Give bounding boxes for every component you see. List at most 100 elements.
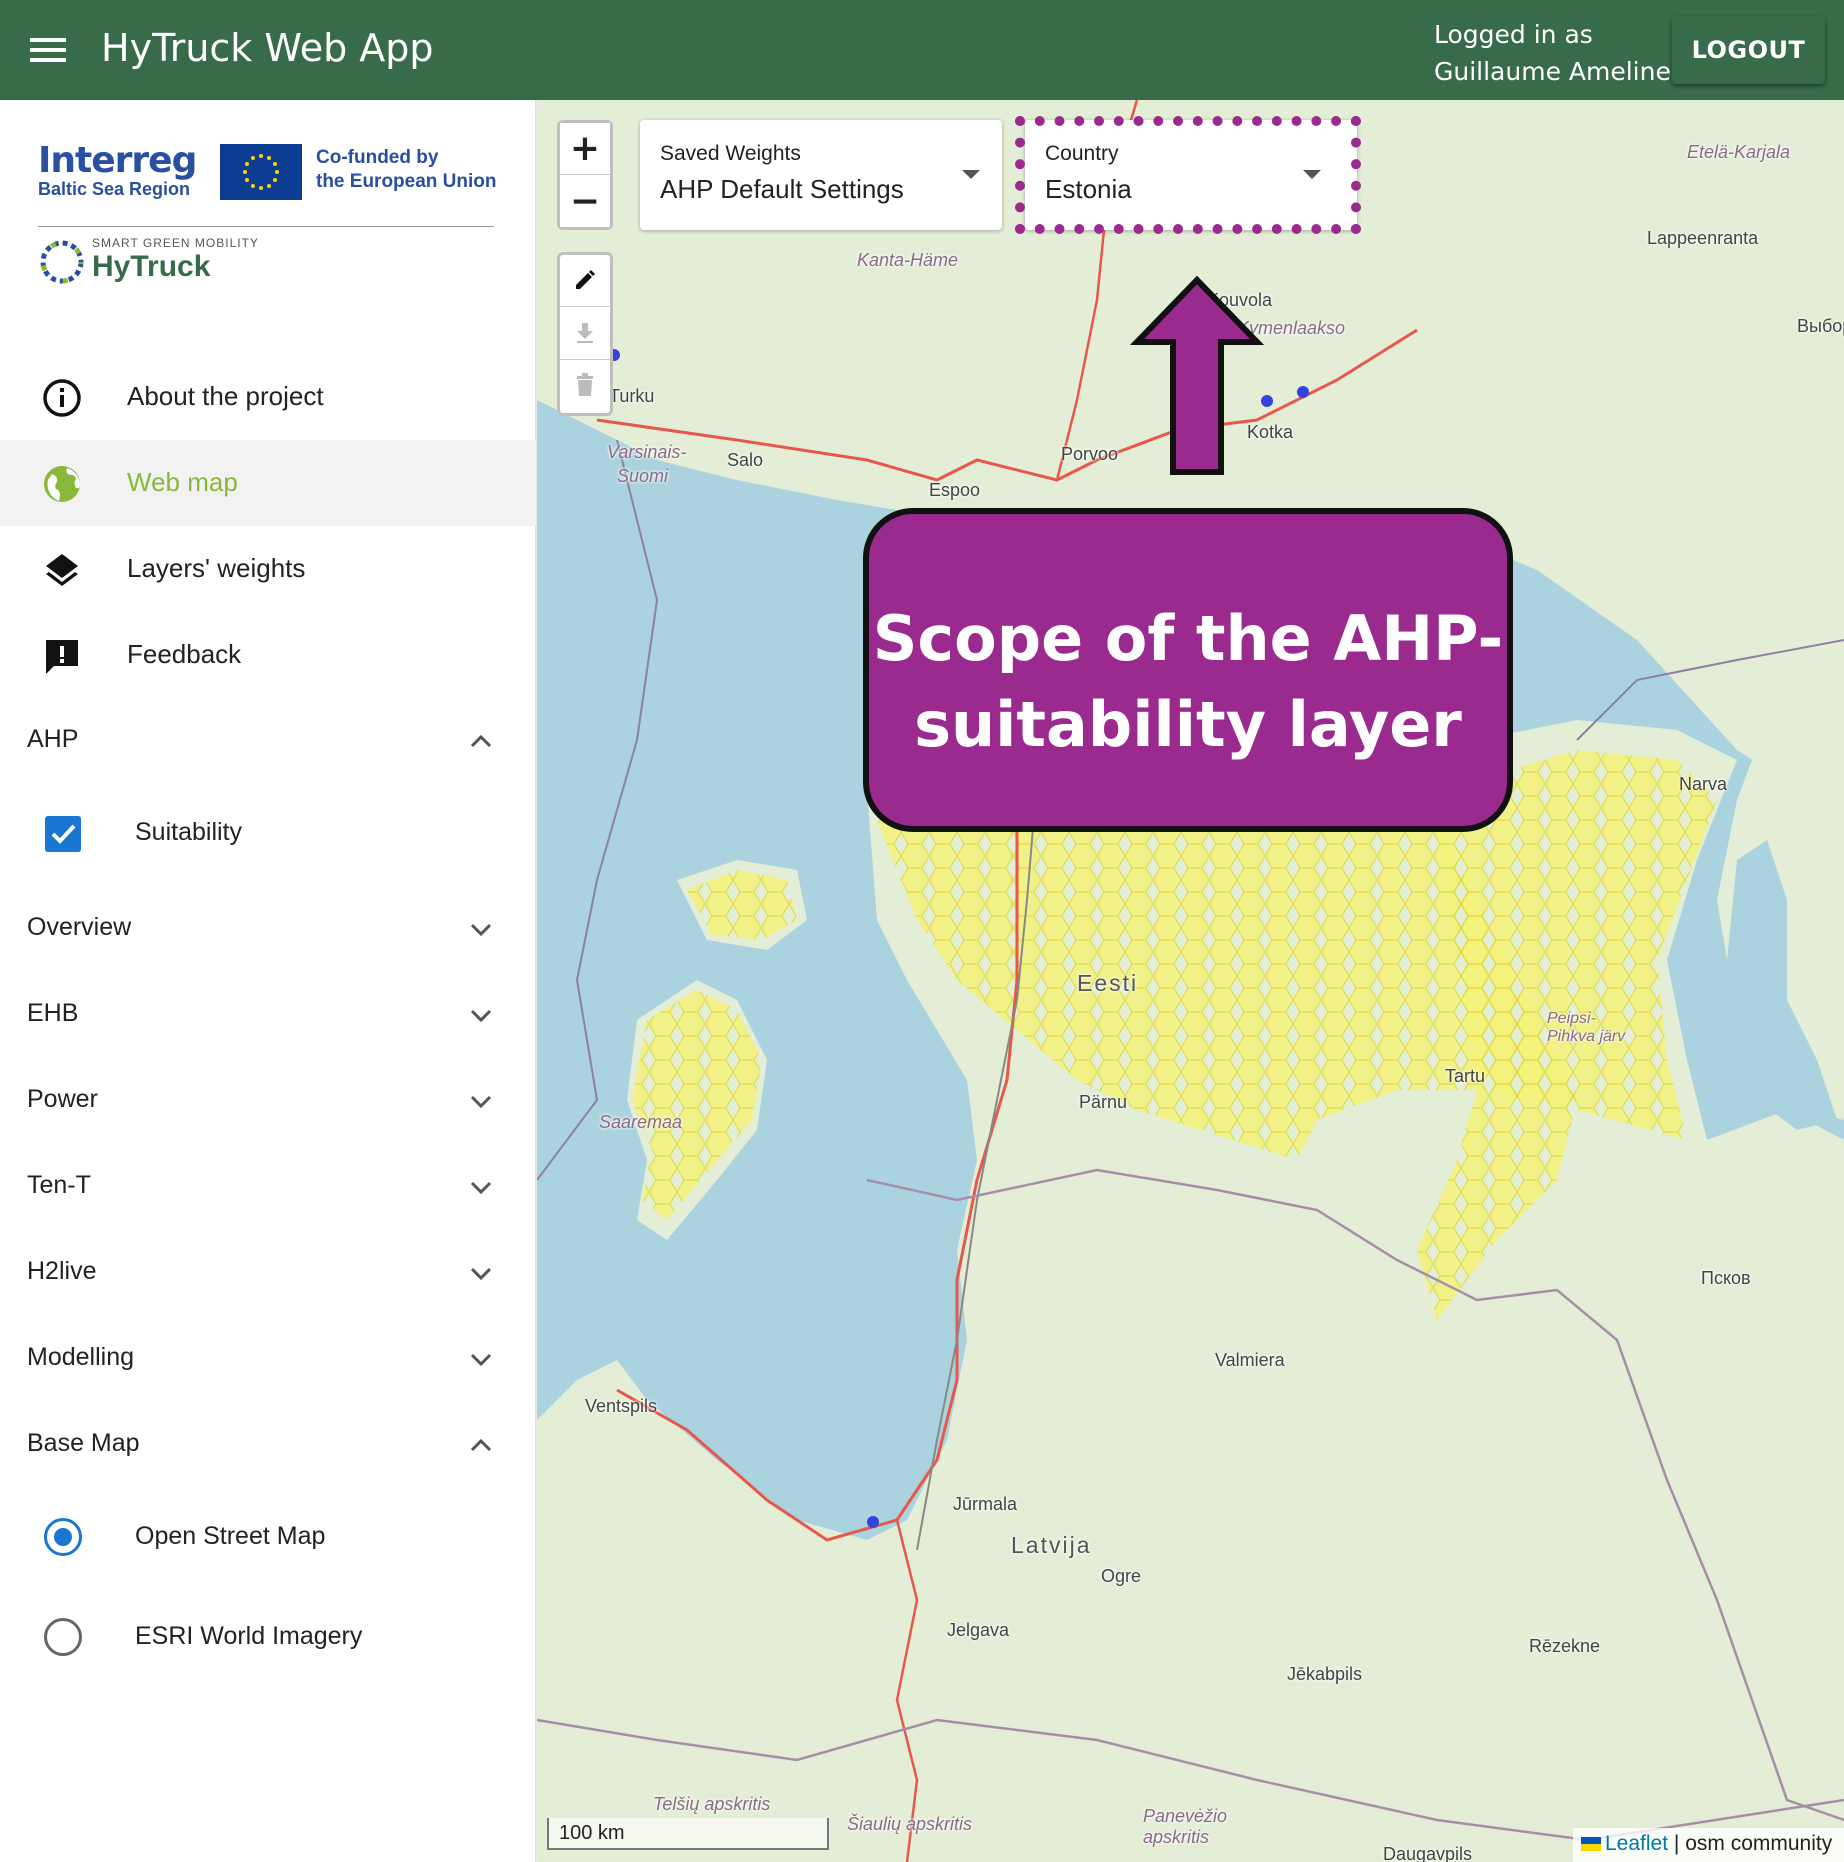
partner-logos: Interreg Baltic Sea Region Co-funded by … <box>28 140 508 300</box>
section-modelling[interactable]: Modelling <box>0 1316 536 1402</box>
radio-unselected[interactable] <box>44 1618 82 1656</box>
interreg-logo: Interreg Baltic Sea Region <box>38 140 197 199</box>
map-scale-bar: 100 km <box>547 1818 829 1850</box>
chevron-up-icon <box>470 734 492 748</box>
map-label: Ventspils <box>585 1396 658 1416</box>
map-label: Salo <box>727 450 764 470</box>
map-label: Telšių apskritis <box>653 1794 771 1814</box>
section-ahp-label: AHP <box>27 725 79 753</box>
draw-edit-button[interactable] <box>560 255 610 307</box>
draw-delete-button[interactable] <box>560 361 610 413</box>
map-label: Jēkabpils <box>1287 1664 1363 1684</box>
map-label: Eesti <box>1077 970 1139 996</box>
checkbox-checked-icon[interactable] <box>45 816 81 852</box>
attribution-text: | osm community <box>1673 1832 1833 1855</box>
login-line-1: Logged in as <box>1434 20 1593 49</box>
app-bar: HyTruck Web App Logged in as Guillaume A… <box>0 0 1844 100</box>
feedback-icon <box>46 640 78 674</box>
trash-icon <box>577 373 593 396</box>
section-ehb[interactable]: EHB <box>0 972 536 1058</box>
map-label: Peipsi-Pihkva järv <box>1547 1010 1626 1045</box>
saved-weights-value: AHP Default Settings <box>660 174 904 204</box>
dropdown-caret-icon <box>962 170 980 179</box>
section-ahp[interactable]: AHP <box>0 698 536 784</box>
suitability-label: Suitability <box>135 818 242 846</box>
chevron-up-icon <box>470 1438 492 1452</box>
nav-web-map[interactable]: Web map <box>0 440 536 526</box>
cofunded-text: Co-funded by the European Union <box>316 147 497 192</box>
map-label: Выборг <box>1797 316 1844 336</box>
suitability-layer-toggle[interactable]: Suitability <box>0 788 536 878</box>
annotation-arrow-icon <box>1129 276 1265 475</box>
sidebar: Interreg Baltic Sea Region Co-funded by … <box>0 100 536 1862</box>
nav-layers-label: Layers' weights <box>127 553 306 583</box>
zoom-out-button[interactable]: − <box>560 175 610 227</box>
callout-text: Scope of the AHP-suitability layer <box>872 602 1504 761</box>
eu-flag-icon <box>220 144 302 200</box>
map-label: Latvija <box>1011 1532 1092 1558</box>
map-label: Ogre <box>1101 1566 1142 1586</box>
map-attribution: Leaflet | osm community <box>1573 1828 1844 1862</box>
map-label: Panevėžio apskritis <box>1143 1806 1228 1847</box>
chevron-down-icon <box>470 923 492 937</box>
chevron-down-icon <box>470 1267 492 1281</box>
nav-web-map-label: Web map <box>127 467 238 497</box>
chevron-down-icon <box>470 1353 492 1367</box>
globe-icon <box>44 466 81 502</box>
map-label: Valmiera <box>1215 1350 1285 1370</box>
annotation-callout: Scope of the AHP-suitability layer <box>863 508 1513 832</box>
map-label: Šiaulių apskritis <box>847 1814 973 1834</box>
draw-download-button[interactable] <box>560 308 610 360</box>
nav-about[interactable]: About the project <box>0 354 536 440</box>
country-select-highlight <box>1015 116 1361 234</box>
saved-weights-caption: Saved Weights <box>660 142 801 165</box>
chevron-down-icon <box>470 1181 492 1195</box>
section-overview[interactable]: Overview <box>0 886 536 972</box>
basemap-esri-option[interactable]: ESRI World Imagery <box>0 1592 536 1682</box>
logout-button[interactable]: LOGOUT <box>1672 16 1825 84</box>
map-label: Lappeenranta <box>1647 228 1759 248</box>
hamburger-menu-icon[interactable] <box>30 35 66 65</box>
nav-layers-weights[interactable]: Layers' weights <box>0 526 536 612</box>
map-label: Etelä-Karjala <box>1687 142 1791 162</box>
map-label: Turku <box>609 386 655 406</box>
pencil-icon <box>576 270 595 289</box>
map-label: Porvoo <box>1061 444 1119 464</box>
map-label: Kanta-Häme <box>857 250 959 270</box>
map-label: Varsinais- <box>607 442 687 462</box>
osm-label: Open Street Map <box>135 1522 326 1550</box>
leaflet-link[interactable]: Leaflet <box>1605 1832 1668 1855</box>
app-title: HyTruck Web App <box>101 26 434 70</box>
section-power[interactable]: Power <box>0 1058 536 1144</box>
hytruck-ring-icon <box>40 240 84 284</box>
web-map[interactable]: Turku Varsinais- Suomi Salo Espoo Porvoo… <box>537 100 1844 1862</box>
map-label: Jelgava <box>947 1620 1010 1640</box>
map-label: Saaremaa <box>599 1112 683 1132</box>
section-base-map[interactable]: Base Map <box>0 1402 536 1488</box>
map-label: Tartu <box>1445 1066 1486 1086</box>
basemap-osm-option[interactable]: Open Street Map <box>0 1492 536 1582</box>
saved-weights-select[interactable]: Saved Weights AHP Default Settings <box>640 120 1002 230</box>
map-label: Jūrmala <box>953 1494 1018 1514</box>
login-status: Logged in as Guillaume Ameline <box>1434 16 1671 90</box>
map-label: Rēzekne <box>1529 1636 1601 1656</box>
chevron-down-icon <box>470 1009 492 1023</box>
map-label: Daugavpils <box>1383 1844 1473 1862</box>
info-icon <box>43 379 81 417</box>
nav-feedback[interactable]: Feedback <box>0 612 536 698</box>
section-ten-t[interactable]: Ten-T <box>0 1144 536 1230</box>
layers-icon <box>46 554 78 586</box>
map-label: Espoo <box>929 480 981 500</box>
map-label: Narva <box>1679 774 1728 794</box>
hytruck-logo: SMART GREEN MOBILITY HyTruck <box>38 234 498 304</box>
map-label: Pärnu <box>1079 1092 1128 1112</box>
ukraine-flag-icon <box>1581 1837 1601 1852</box>
section-h2live[interactable]: H2live <box>0 1230 536 1316</box>
radio-selected[interactable] <box>44 1518 82 1556</box>
zoom-in-button[interactable]: + <box>560 123 610 175</box>
download-icon <box>577 323 593 343</box>
draw-toolbar <box>557 252 613 416</box>
nav-feedback-label: Feedback <box>127 639 242 669</box>
zoom-control: + − <box>557 120 613 230</box>
nav-about-label: About the project <box>127 381 324 411</box>
